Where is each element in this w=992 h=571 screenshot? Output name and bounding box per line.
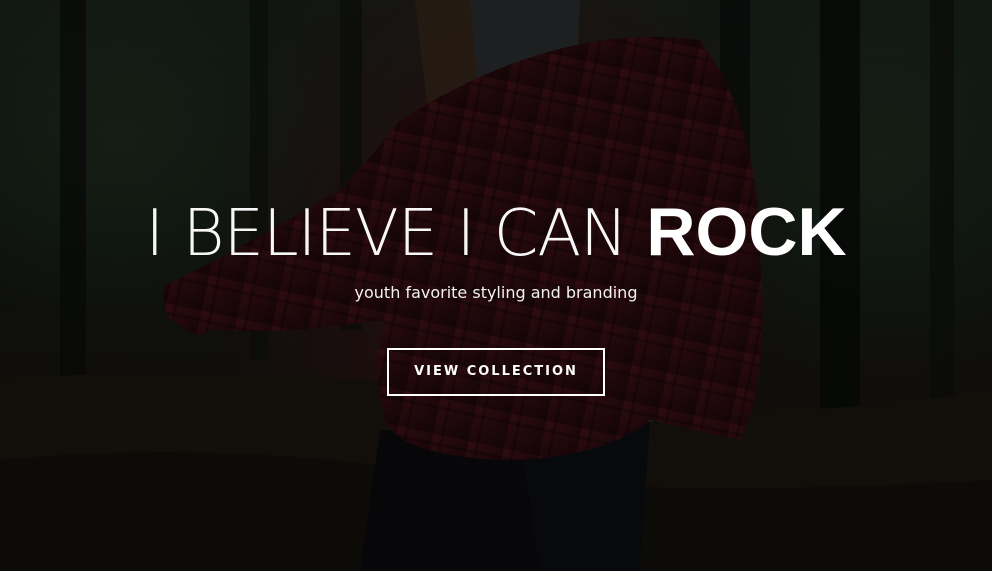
view-collection-button[interactable]: VIEW COLLECTION bbox=[387, 348, 605, 396]
headline-light-text: I BELIEVE I CAN bbox=[145, 197, 647, 271]
hero-subtitle: youth favorite styling and branding bbox=[354, 283, 638, 302]
hero-content: I BELIEVE I CAN ROCK youth favorite styl… bbox=[0, 0, 992, 571]
hero-section: I BELIEVE I CAN ROCK youth favorite styl… bbox=[0, 0, 992, 571]
headline-bold-text: ROCK bbox=[646, 194, 847, 270]
hero-headline: I BELIEVE I CAN ROCK bbox=[0, 192, 992, 274]
